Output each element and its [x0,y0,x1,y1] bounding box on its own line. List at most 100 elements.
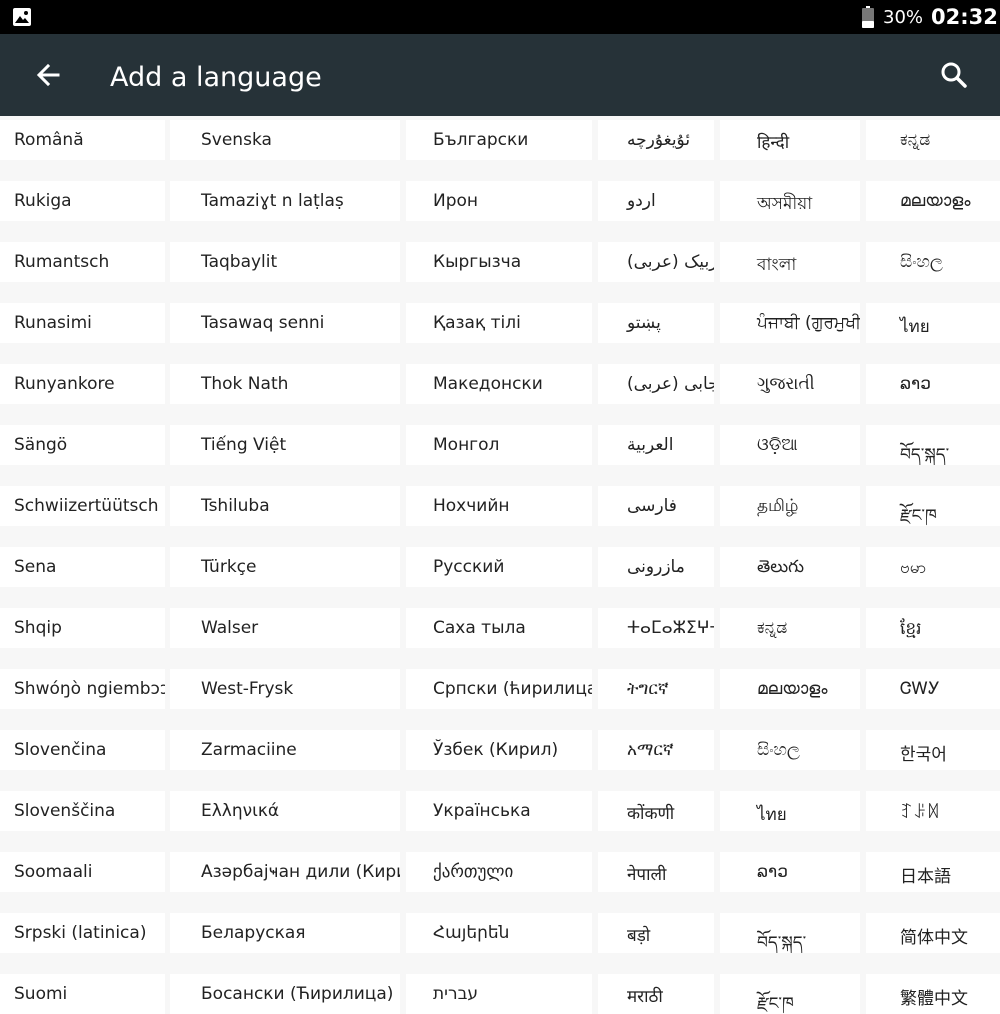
language-item[interactable]: ئۇيغۇرچە [598,120,714,160]
battery-icon [862,6,874,32]
language-item[interactable]: Босански (Ћирилица) [170,974,400,1014]
language-item[interactable]: Tamaziɣt n laṭlaṣ [170,181,400,221]
language-item[interactable]: Азәрбајҹан дили (Кирил) [170,852,400,892]
language-item[interactable]: 繁體中文 [866,974,1000,1014]
language-item[interactable]: Srpski (latinica) [0,913,165,953]
language-item[interactable]: Slovenčina [0,730,165,770]
language-item[interactable]: മലയാളം [866,181,1000,221]
language-item[interactable]: සිංහල [866,242,1000,282]
language-item[interactable]: مازرونی [598,547,714,587]
language-item[interactable]: ಕನ್ನಡ [866,120,1000,160]
search-icon [941,62,967,88]
language-item[interactable]: ဗမာ [866,547,1000,587]
search-button[interactable] [934,55,974,95]
language-item[interactable]: 简体中文 [866,913,1000,953]
language-item[interactable]: ਪੰਜਾਬੀ (ਗੁਰਮੁਖੀ) [720,303,860,343]
language-item[interactable]: മലയാളം [720,669,860,709]
language-item[interactable]: Zarmaciine [170,730,400,770]
language-item[interactable]: తెలుగు [720,547,860,587]
language-item[interactable]: རྫོང་ཁ [866,486,1000,526]
language-item[interactable]: עברית [406,974,592,1014]
language-item[interactable]: Runyankore [0,364,165,404]
language-item[interactable]: فارسی [598,486,714,526]
image-notification-icon [12,7,32,31]
back-button[interactable] [28,55,68,95]
language-item[interactable]: ລາວ [866,364,1000,404]
language-item[interactable]: Български [406,120,592,160]
language-item[interactable]: தமிழ் [720,486,860,526]
clock: 02:32 [931,5,998,29]
language-item[interactable]: Shwóŋò ngiembɔɔn [0,669,165,709]
language-item[interactable]: پنجابی (عربی) [598,364,714,404]
language-item[interactable]: Runasimi [0,303,165,343]
status-bar: 30% 02:32 [0,0,1000,34]
language-item[interactable]: Suomi [0,974,165,1014]
app-bar: Add a language [0,34,1000,116]
language-item[interactable]: Türkçe [170,547,400,587]
language-item[interactable]: བོད་སྐད་ [866,425,1000,465]
language-item[interactable]: Tshiluba [170,486,400,526]
language-item[interactable]: ಕನ್ನಡ [720,608,860,648]
language-item[interactable]: Română [0,120,165,160]
language-item[interactable]: اردو [598,181,714,221]
language-item[interactable]: कोंकणी [598,791,714,831]
language-item[interactable]: Ελληνικά [170,791,400,831]
language-item[interactable]: Sena [0,547,165,587]
language-item[interactable]: বাংলা [720,242,860,282]
language-item[interactable]: Монгол [406,425,592,465]
language-item[interactable]: Кыргызча [406,242,592,282]
language-item[interactable]: ລາວ [720,852,860,892]
language-item[interactable]: ខ្មែរ [866,608,1000,648]
language-list[interactable]: Română Rukiga Rumantsch Runasimi Runyankore S… [0,116,1000,1014]
language-item[interactable]: Македонски [406,364,592,404]
language-item[interactable]: मराठी [598,974,714,1014]
language-item[interactable]: 한국어 [866,730,1000,770]
language-item[interactable]: Svenska [170,120,400,160]
language-item[interactable]: Ирон [406,181,592,221]
language-item[interactable]: बड़ो [598,913,714,953]
language-item[interactable]: العربية [598,425,714,465]
language-item[interactable]: नेपाली [598,852,714,892]
language-item[interactable]: Русский [406,547,592,587]
language-item[interactable]: རྫོང་ཁ [720,974,860,1014]
language-item[interactable]: አማርኛ [598,730,714,770]
language-item[interactable]: Нохчийн [406,486,592,526]
language-item[interactable]: ଓଡ଼ିଆ [720,425,860,465]
language-item[interactable]: ⵜⴰⵎⴰⵣⵉⵖⵜ [598,608,714,648]
language-item[interactable]: اوزبیک (عربی) [598,242,714,282]
language-item[interactable]: Soomaali [0,852,165,892]
language-item[interactable]: සිංහල [720,730,860,770]
language-item[interactable]: West-Frysk [170,669,400,709]
language-item[interactable]: Саха тыла [406,608,592,648]
language-item[interactable]: ትግርኛ [598,669,714,709]
language-item[interactable]: Српски (ћирилица) [406,669,592,709]
language-item[interactable]: Українська [406,791,592,831]
language-item[interactable]: Slovenščina [0,791,165,831]
language-item[interactable]: བོད་སྐད་ [720,913,860,953]
page-title: Add a language [110,62,322,93]
language-item[interactable]: ꆈꌠꉙ [866,791,1000,831]
language-item[interactable]: Беларуская [170,913,400,953]
language-item[interactable]: 日本語 [866,852,1000,892]
language-item[interactable]: অসমীয়া [720,181,860,221]
language-item[interactable]: ગુજરાતી [720,364,860,404]
language-item[interactable]: Shqip [0,608,165,648]
language-item[interactable]: ქართული [406,852,592,892]
language-item[interactable]: Rukiga [0,181,165,221]
language-item[interactable]: Tiếng Việt [170,425,400,465]
language-item[interactable]: ᏣᎳᎩ [866,669,1000,709]
language-item[interactable]: Қазақ тілі [406,303,592,343]
language-item[interactable]: Ўзбек (Кирил) [406,730,592,770]
language-item[interactable]: Schwiizertüütsch [0,486,165,526]
language-item[interactable]: Tasawaq senni [170,303,400,343]
language-item[interactable]: हिन्दी [720,120,860,160]
language-item[interactable]: Thok Nath [170,364,400,404]
language-item[interactable]: Հայերեն [406,913,592,953]
language-item[interactable]: Sängö [0,425,165,465]
language-item[interactable]: Taqbaylit [170,242,400,282]
language-item[interactable]: Walser [170,608,400,648]
language-item[interactable]: ไทย [720,791,860,831]
language-item[interactable]: Rumantsch [0,242,165,282]
language-item[interactable]: ไทย [866,303,1000,343]
language-item[interactable]: پښتو [598,303,714,343]
